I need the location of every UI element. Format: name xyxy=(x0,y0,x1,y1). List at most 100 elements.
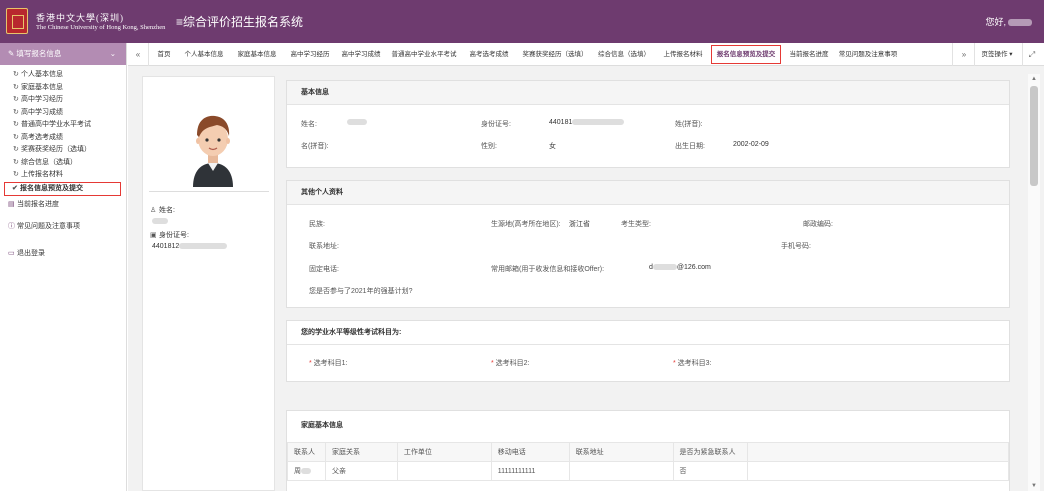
origin-value: 浙江省 xyxy=(569,221,590,228)
tab-divider xyxy=(952,43,953,66)
other-info-panel: 其他个人资料 民族: 生源地(高考所在地区): 浙江省 考生类型: 邮政编码: … xyxy=(286,180,1010,308)
sidebar-item-progress[interactable]: ▤ 当前报名进度 xyxy=(0,198,126,211)
refresh-icon: ↻ xyxy=(13,158,19,166)
sidebar: ✎ 填写报名信息 ⌄ ↻ 个人基本信息 ↻ 家庭基本信息 ↻ 高中学习经历 ↻ 高中学习… xyxy=(0,43,127,491)
user-greeting[interactable]: 您好, xyxy=(985,15,1032,28)
page-ops-label: 页签操作 xyxy=(981,51,1008,58)
subject-2-field: * 选考科目2: xyxy=(491,358,530,368)
panel-title: 基本信息 xyxy=(287,81,1009,105)
refresh-icon: ↻ xyxy=(13,121,19,128)
tab-awards[interactable]: 奖赛获奖经历（选填） xyxy=(520,43,590,66)
tabs-scroll-right-icon[interactable]: » xyxy=(956,43,972,66)
page-ops-dropdown[interactable]: 页签操作 ▾ xyxy=(978,43,1016,66)
tab-divider xyxy=(148,43,149,66)
table-header-cell: 联系人 xyxy=(287,442,326,462)
sidebar-item-personal-info[interactable]: ↻ 个人基本信息 xyxy=(0,69,126,82)
redacted-name xyxy=(301,468,311,475)
vertical-scrollbar[interactable]: ▲ ▼ xyxy=(1028,74,1040,491)
tab-school-history[interactable]: 高中学习经历 xyxy=(287,43,333,66)
tab-divider xyxy=(974,43,975,66)
system-title: ≡综合评价招生报名系统 xyxy=(176,13,303,30)
sidebar-section-title: 填写报名信息 xyxy=(16,49,62,58)
sidebar-item-label: 高中学习经历 xyxy=(21,96,63,103)
sidebar-item-preview-submit[interactable]: ✔ 报名信息预览及提交 xyxy=(4,181,121,196)
field-label: 手机号码: xyxy=(781,243,811,250)
content-area: ♙ 姓名: ▣ 身份证号: 4401812 基本信息 姓名: 身份证号: 44018… xyxy=(128,66,1044,491)
tab-progress[interactable]: 当前报名进度 xyxy=(786,43,832,66)
tab-divider xyxy=(1022,43,1023,66)
email-value: d @126.com xyxy=(649,264,711,271)
sidebar-item-proficiency-test[interactable]: ↻ 普通高中学业水平考试 xyxy=(0,119,126,132)
sidebar-item-upload-materials[interactable]: ↻ 上传报名材料 xyxy=(0,169,126,182)
email-suffix: @126.com xyxy=(676,264,711,271)
table-header-cell: 联系地址 xyxy=(568,442,674,462)
tab-comprehensive-info[interactable]: 综合信息（选填） xyxy=(598,43,650,66)
name-value xyxy=(347,119,367,126)
tab-personal-info[interactable]: 个人基本信息 xyxy=(181,43,227,66)
sidebar-item-school-history[interactable]: ↻ 高中学习经历 xyxy=(0,94,126,107)
field-label: 您是否参与了2021年的强基计划? xyxy=(309,288,413,295)
field-label: 选考科目3: xyxy=(677,360,712,367)
sidebar-item-gaokao-scores[interactable]: ↻ 高考选考成绩 xyxy=(0,132,126,145)
profile-name-row: ♙ 姓名: xyxy=(150,205,175,215)
table-header-cell: 家庭关系 xyxy=(324,442,398,462)
table-cell: 11111111111 xyxy=(490,461,570,481)
sidebar-section-header[interactable]: ✎ 填写报名信息 ⌄ xyxy=(0,43,126,65)
username-redacted xyxy=(1008,19,1032,27)
greeting-text: 您好, xyxy=(985,17,1006,27)
gender-value: 女 xyxy=(549,143,556,150)
scroll-thumb[interactable] xyxy=(1030,86,1038,186)
tab-gaokao-scores[interactable]: 高考选考成绩 xyxy=(466,43,512,66)
table-cell xyxy=(396,461,492,481)
sidebar-item-label: 高考选考成绩 xyxy=(21,133,63,141)
refresh-icon: ↻ xyxy=(13,96,19,103)
menu-icon[interactable]: ≡ xyxy=(176,15,183,29)
university-name-cn: 香港中文大學(深圳) xyxy=(36,13,124,23)
tab-home[interactable]: 首页 xyxy=(152,43,176,66)
profile-name-value xyxy=(152,218,168,225)
field-label: 出生日期: xyxy=(675,143,705,150)
subjects-panel: 您的学业水平等级性考试科目为: * 选考科目1: * 选考科目2: * 选考科目… xyxy=(286,320,1010,382)
scroll-down-icon[interactable]: ▼ xyxy=(1028,481,1040,491)
sidebar-item-school-grades[interactable]: ↻ 高中学习成绩 xyxy=(0,107,126,120)
tab-preview-submit[interactable]: 报名信息预览及提交 xyxy=(709,43,783,66)
tab-faq[interactable]: 常见问题及注意事项 xyxy=(836,43,900,66)
refresh-icon: ↻ xyxy=(13,146,19,153)
tabs-scroll-left-icon[interactable]: « xyxy=(130,43,146,66)
system-title-text: 综合评价招生报名系统 xyxy=(183,15,304,29)
table-row: 周 父亲 11111111111 否 xyxy=(287,461,1009,481)
profile-card: ♙ 姓名: ▣ 身份证号: 4401812 xyxy=(142,76,275,491)
table-header-cell xyxy=(746,442,1009,462)
tab-proficiency-test[interactable]: 普通高中学业水平考试 xyxy=(390,43,458,66)
field-label: 固定电话: xyxy=(309,266,339,273)
tab-family-info[interactable]: 家庭基本信息 xyxy=(234,43,280,66)
profile-name-label: 姓名: xyxy=(159,207,175,214)
profile-id-label: 身份证号: xyxy=(159,232,189,239)
tab-school-grades[interactable]: 高中学习成绩 xyxy=(338,43,384,66)
sidebar-item-label: 常见问题及注意事项 xyxy=(17,223,80,230)
subject-3-field: * 选考科目3: xyxy=(673,358,712,368)
scroll-up-icon[interactable]: ▲ xyxy=(1028,74,1040,84)
sidebar-item-label: 高中学习成绩 xyxy=(21,108,63,116)
table-cell: 周 xyxy=(287,461,326,481)
panel-title: 您的学业水平等级性考试科目为: xyxy=(287,321,1009,345)
sidebar-item-faq[interactable]: ⓘ 常见问题及注意事项 xyxy=(0,220,126,233)
redacted-id xyxy=(572,119,625,126)
table-header-cell: 是否为紧急联系人 xyxy=(672,442,748,462)
profile-id-row: ▣ 身份证号: xyxy=(150,230,189,240)
table-cell: 父亲 xyxy=(324,461,398,481)
field-label: 身份证号: xyxy=(481,121,511,128)
sidebar-item-logout[interactable]: ▭ 退出登录 xyxy=(0,247,126,260)
panel-title: 其他个人资料 xyxy=(287,181,1009,205)
info-icon: ⓘ xyxy=(8,223,15,230)
sidebar-item-family-info[interactable]: ↻ 家庭基本信息 xyxy=(0,82,126,95)
profile-id-text: 4401812 xyxy=(152,243,180,250)
family-info-panel: 家庭基本信息 联系人 家庭关系 工作单位 移动电话 联系地址 是否为紧急联系人 … xyxy=(286,410,1010,491)
refresh-icon: ↻ xyxy=(13,83,19,91)
sidebar-item-awards[interactable]: ↻ 奖赛获奖经历（选填） xyxy=(0,144,126,157)
tab-upload-materials[interactable]: 上传报名材料 xyxy=(660,43,706,66)
preview-main: 基本信息 姓名: 身份证号: 440181 姓(拼音): 名(拼音): 性别: … xyxy=(286,76,1014,491)
table-header-row: 联系人 家庭关系 工作单位 移动电话 联系地址 是否为紧急联系人 xyxy=(287,442,1009,462)
sidebar-item-comprehensive-info[interactable]: ↻ 综合信息（选填） xyxy=(0,157,126,170)
fullscreen-icon[interactable]: ⤢ xyxy=(1024,43,1040,66)
